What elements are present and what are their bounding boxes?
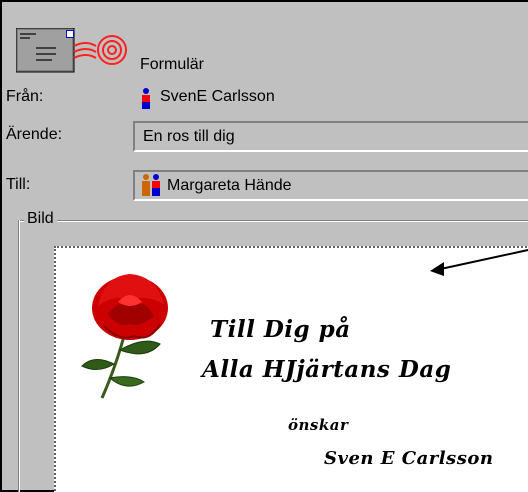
- form-window: Formulär Från: SvenE Carlsson Ärende: En…: [0, 0, 528, 492]
- to-field[interactable]: Margareta Hände: [133, 170, 528, 201]
- card-image[interactable]: Till Dig på Alla HJjärtans Dag önskar Sv…: [54, 246, 528, 492]
- group-label: Bild: [24, 210, 57, 228]
- subject-field[interactable]: En ros till dig: [133, 121, 528, 152]
- people-icon: [142, 174, 160, 196]
- person-icon: [142, 88, 150, 109]
- subject-label: Ärende:: [6, 126, 63, 143]
- to-label: Till:: [6, 176, 31, 193]
- form-title: Formulär: [140, 56, 205, 73]
- to-value: Margareta Hände: [167, 177, 292, 194]
- from-value: SvenE Carlsson: [160, 88, 275, 105]
- arrow-icon: [430, 249, 528, 276]
- card-line-2: Alla HJjärtans Dag: [202, 356, 452, 383]
- group-border-top: [18, 220, 528, 222]
- subject-value: En ros till dig: [143, 128, 235, 145]
- group-border-left: [18, 220, 20, 492]
- envelope-stamp-icon: [16, 28, 127, 73]
- card-line-4: Sven E Carlsson: [324, 448, 494, 469]
- rose-icon: [81, 274, 168, 399]
- card-line-1: Till Dig på: [210, 316, 351, 343]
- card-line-3: önskar: [288, 416, 349, 434]
- from-label: Från:: [6, 88, 44, 105]
